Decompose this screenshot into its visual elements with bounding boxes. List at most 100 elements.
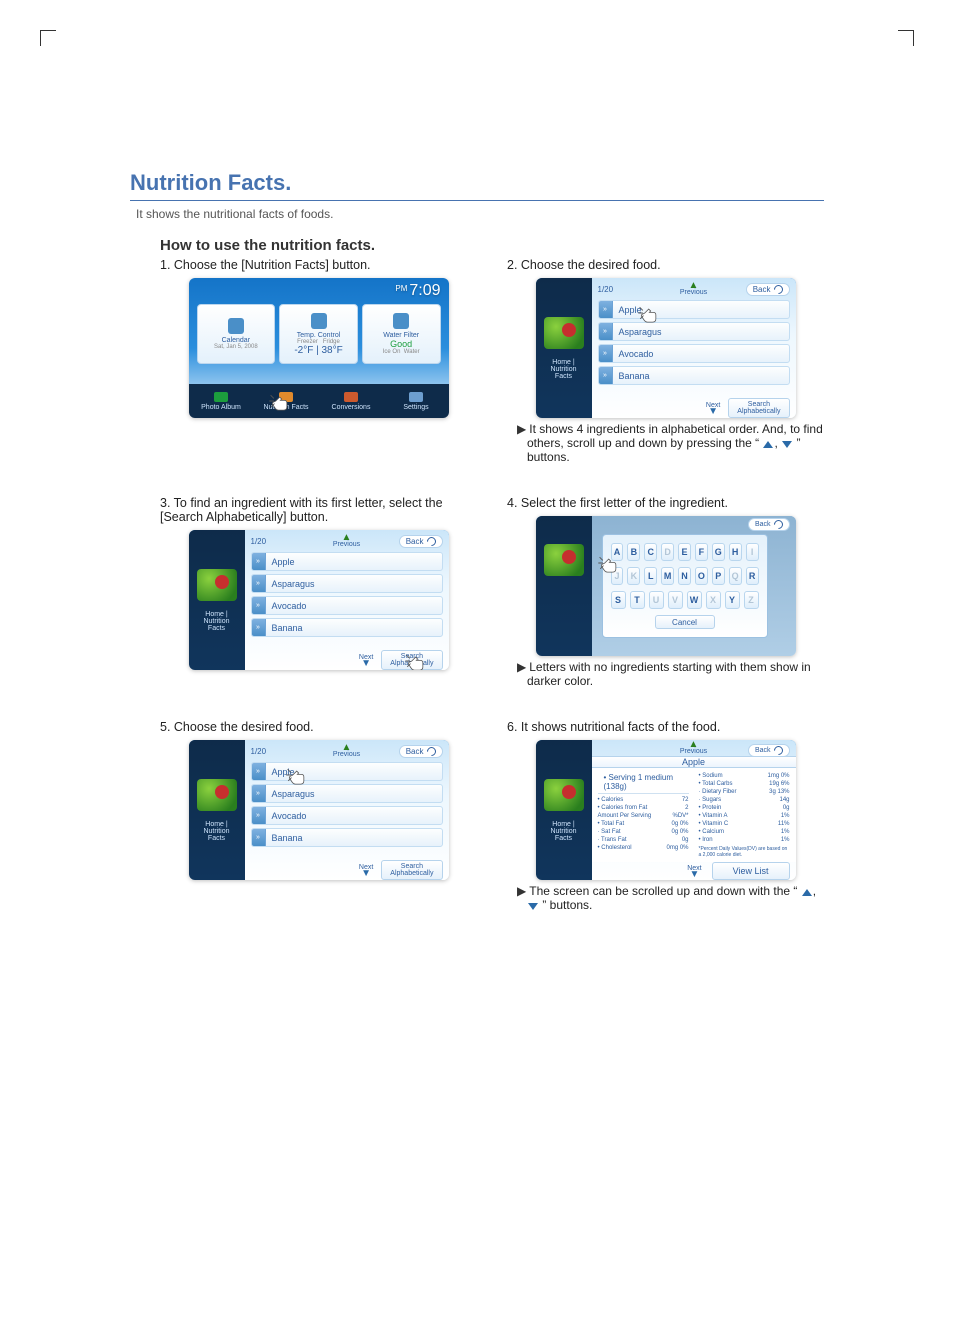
step-note: ▶Letters with no ingredients starting wi…	[517, 660, 824, 688]
letter-c[interactable]: C	[644, 543, 657, 561]
list-item[interactable]: »Avocado	[598, 344, 790, 363]
letter-j: J	[611, 567, 624, 585]
previous-button[interactable]: ▲Previous	[333, 535, 360, 548]
step-caption: 5. Choose the desired food.	[160, 720, 477, 734]
search-alpha-button[interactable]: Search Alphabetically	[381, 860, 442, 880]
back-button[interactable]: Back	[399, 745, 443, 758]
section-title: How to use the nutrition facts.	[160, 237, 824, 254]
list-item[interactable]: »Banana	[598, 366, 790, 385]
calendar-card[interactable]: CalendarSat, Jan 5, 2008	[197, 304, 276, 364]
letter-g[interactable]: G	[712, 543, 725, 561]
drop-icon	[393, 313, 409, 329]
letter-w[interactable]: W	[687, 591, 702, 609]
letter-q: Q	[729, 567, 742, 585]
alpha-picker-screen: Back ABCDEFGHIJKLMNOPQRSTUVWXYZCancel	[536, 516, 796, 656]
previous-button[interactable]: ▲Previous	[680, 742, 707, 755]
letter-r[interactable]: R	[746, 567, 759, 585]
list-item[interactable]: »Avocado	[251, 596, 443, 615]
cancel-button[interactable]: Cancel	[655, 615, 715, 629]
list-item[interactable]: »Apple	[251, 552, 443, 571]
back-button[interactable]: Back	[748, 518, 790, 531]
letter-e[interactable]: E	[678, 543, 691, 561]
next-button[interactable]: Next▼	[706, 402, 720, 415]
nutrition-row: · Dietary Fiber3g 13%	[699, 788, 790, 796]
step-caption: 4. Select the first letter of the ingred…	[507, 496, 824, 510]
letter-z: Z	[744, 591, 759, 609]
nutrition-row: • Total Fat0g 0%	[598, 820, 689, 828]
home-screen: PM7:09 CalendarSat, Jan 5, 2008 Temp. Co…	[189, 278, 449, 418]
food-list-screen: Home | Nutrition Facts 1/20 ▲Previous Ba…	[189, 530, 449, 670]
alpha-dialog: ABCDEFGHIJKLMNOPQRSTUVWXYZCancel	[602, 534, 768, 638]
letter-b[interactable]: B	[627, 543, 640, 561]
previous-button[interactable]: ▲Previous	[680, 283, 707, 296]
food-name: Apple	[592, 756, 796, 768]
back-button[interactable]: Back	[748, 744, 790, 757]
nutrition-row: • Vitamin A1%	[699, 812, 790, 820]
list-item[interactable]: »Asparagus	[598, 322, 790, 341]
calendar-icon	[228, 318, 244, 334]
letter-m[interactable]: M	[661, 567, 674, 585]
search-alpha-button[interactable]: Search Alphabetically	[728, 398, 789, 418]
temp-card[interactable]: Temp. Control Freezer Fridge -2°F | 38°F	[279, 304, 358, 364]
previous-button[interactable]: ▲Previous	[333, 745, 360, 758]
food-basket-icon	[544, 317, 584, 349]
nutrition-detail-screen: Home | Nutrition Facts ▲Previous Back Ap…	[536, 740, 796, 880]
letter-o[interactable]: O	[695, 567, 708, 585]
counter: 1/20	[251, 747, 267, 756]
food-basket-icon	[544, 544, 584, 576]
letter-t[interactable]: T	[630, 591, 645, 609]
letter-a[interactable]: A	[611, 543, 624, 561]
letter-l[interactable]: L	[644, 567, 657, 585]
next-button[interactable]: Next▼	[359, 654, 373, 667]
list-item[interactable]: »Banana	[251, 828, 443, 847]
nutrition-row: · Trans Fat0g	[598, 836, 689, 844]
back-button[interactable]: Back	[399, 535, 443, 548]
camera-icon	[214, 392, 228, 402]
letter-i: I	[746, 543, 759, 561]
food-list-screen: Home | Nutrition Facts 1/20 ▲Previous Ba…	[536, 278, 796, 418]
list-item[interactable]: »Banana	[251, 618, 443, 637]
list-item[interactable]: »Apple	[598, 300, 790, 319]
list-item[interactable]: »Avocado	[251, 806, 443, 825]
counter: 1/20	[598, 285, 614, 294]
cup-icon	[344, 392, 358, 402]
letter-s[interactable]: S	[611, 591, 626, 609]
clock: PM7:09	[395, 282, 440, 300]
page-title: Nutrition Facts.	[130, 170, 824, 201]
up-arrow-icon	[763, 441, 773, 448]
back-button[interactable]: Back	[746, 283, 790, 296]
down-arrow-icon	[528, 903, 538, 910]
food-list-screen: Home | Nutrition Facts 1/20 ▲Previous Ba…	[189, 740, 449, 880]
nav-nutrition-facts[interactable]: Nutrition Facts	[254, 384, 319, 418]
letter-d: D	[661, 543, 674, 561]
food-basket-icon	[544, 779, 584, 811]
letter-y[interactable]: Y	[725, 591, 740, 609]
list-item[interactable]: »Apple	[251, 762, 443, 781]
search-alpha-button[interactable]: Search Alphabetically	[381, 650, 442, 670]
nav-conversions[interactable]: Conversions	[319, 384, 384, 418]
step-caption: 6. It shows nutritional facts of the foo…	[507, 720, 824, 734]
step-caption: 2. Choose the desired food.	[507, 258, 824, 272]
sidebar: Home | Nutrition Facts	[536, 278, 592, 418]
nav-photo-album[interactable]: Photo Album	[189, 384, 254, 418]
nutrition-row: • Total Carbs19g 6%	[699, 780, 790, 788]
list-item[interactable]: »Asparagus	[251, 574, 443, 593]
filter-card[interactable]: Water FilterGood Ice On Water	[362, 304, 441, 364]
view-list-button[interactable]: View List	[712, 862, 790, 880]
nutrition-row: · Sugars14g	[699, 796, 790, 804]
letter-f[interactable]: F	[695, 543, 708, 561]
step-note: ▶It shows 4 ingredients in alphabetical …	[517, 422, 824, 464]
nav-settings[interactable]: Settings	[384, 384, 449, 418]
letter-h[interactable]: H	[729, 543, 742, 561]
letter-n[interactable]: N	[678, 567, 691, 585]
nutrition-row: Amount Per Serving%DV*	[598, 812, 689, 820]
next-button[interactable]: Next▼	[687, 865, 701, 878]
nutrition-row: • Vitamin C11%	[699, 820, 790, 828]
list-item[interactable]: »Asparagus	[251, 784, 443, 803]
next-button[interactable]: Next▼	[359, 864, 373, 877]
sidebar: Home | Nutrition Facts	[189, 740, 245, 880]
nutrition-row: • Calories72	[598, 796, 689, 804]
undo-icon	[772, 283, 785, 296]
nutrition-table: • Serving 1 medium (138g) • Calories72• …	[592, 768, 796, 862]
letter-p[interactable]: P	[712, 567, 725, 585]
